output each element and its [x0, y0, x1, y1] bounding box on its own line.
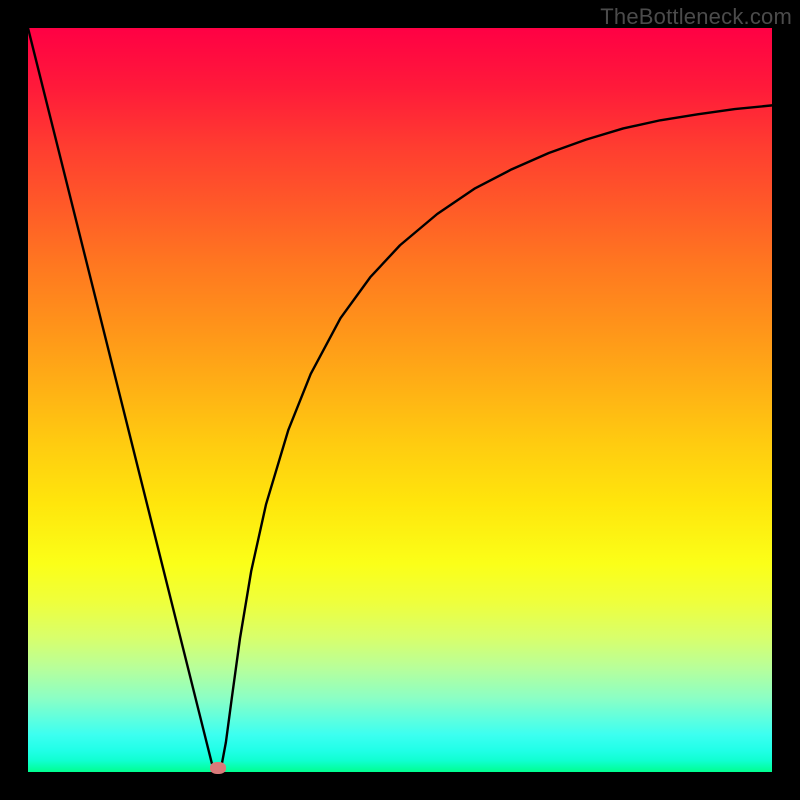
chart-frame: [28, 28, 772, 772]
watermark-text: TheBottleneck.com: [600, 4, 792, 30]
bottleneck-curve: [28, 28, 772, 772]
optimum-marker: [210, 762, 226, 774]
